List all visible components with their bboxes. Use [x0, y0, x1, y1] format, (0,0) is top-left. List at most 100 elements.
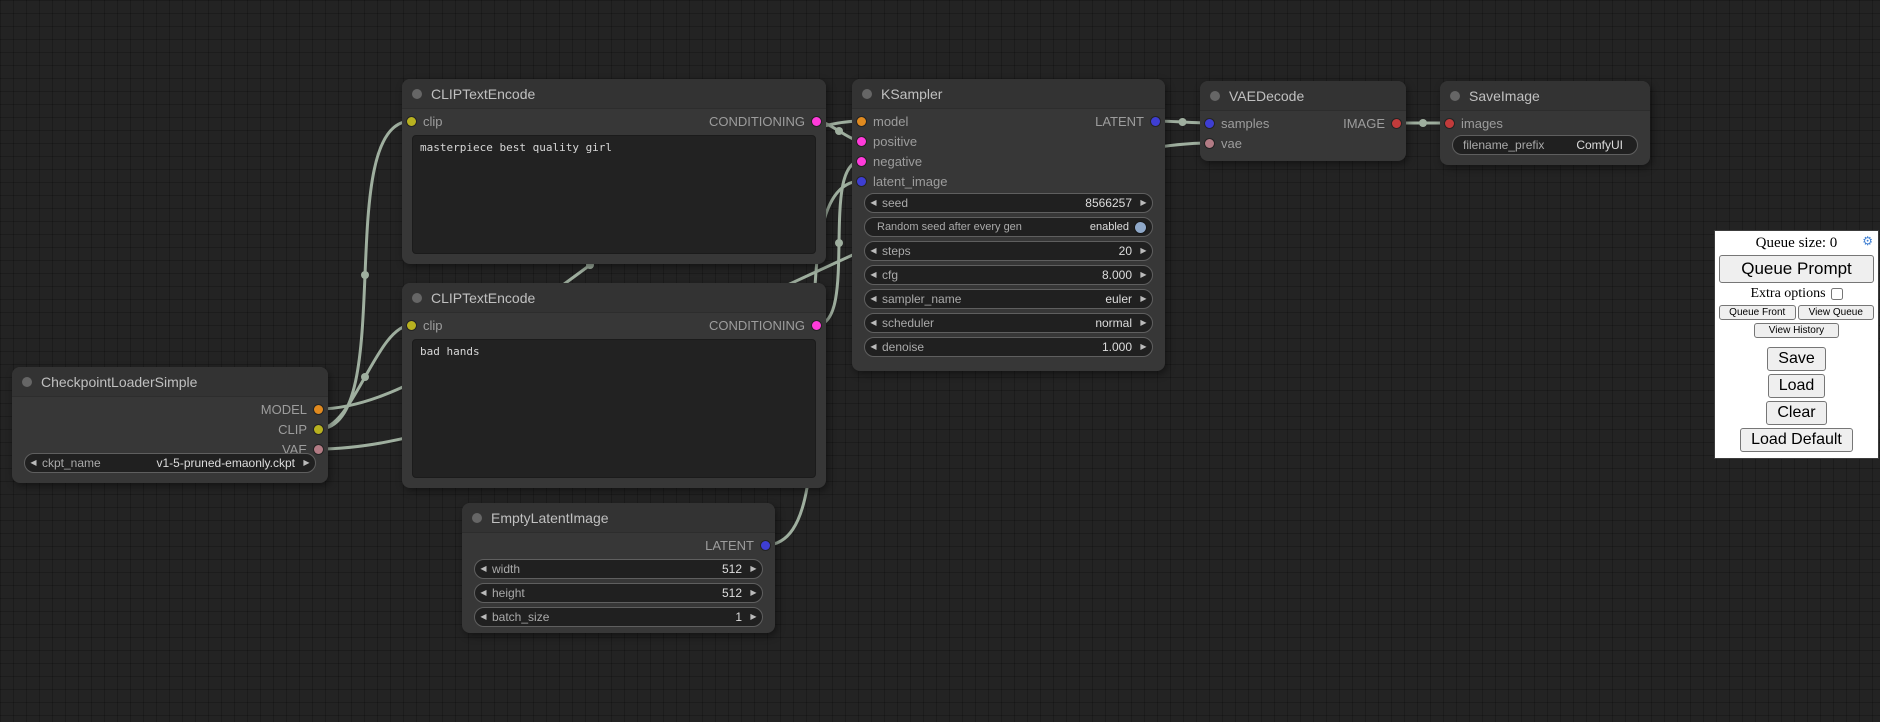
decrement-arrow-icon[interactable]: ◀: [865, 289, 882, 309]
images-input-dot[interactable]: [1445, 119, 1454, 128]
width-widget[interactable]: ◀ width 512 ▶: [474, 559, 763, 579]
graph-canvas[interactable]: CheckpointLoaderSimple MODEL CLIP VAE ◀ …: [0, 0, 1880, 722]
extra-options-checkbox[interactable]: [1831, 288, 1843, 300]
decrement-arrow-icon[interactable]: ◀: [865, 193, 882, 213]
node-checkpoint-loader-simple[interactable]: CheckpointLoaderSimple MODEL CLIP VAE ◀ …: [12, 367, 328, 483]
node-title-bar[interactable]: CLIPTextEncode: [402, 283, 826, 313]
input-slot-images: images: [1440, 113, 1503, 133]
settings-gear-icon[interactable]: ⚙: [1862, 235, 1873, 247]
slot-label: IMAGE: [1343, 116, 1385, 131]
latent-image-input-dot[interactable]: [857, 177, 866, 186]
comfy-menu-panel[interactable]: Queue size: 0 ⚙ Queue Prompt Extra optio…: [1714, 230, 1879, 459]
node-title: EmptyLatentImage: [491, 510, 609, 526]
latent-output-dot[interactable]: [761, 541, 770, 550]
steps-widget[interactable]: ◀ steps 20 ▶: [864, 241, 1153, 261]
collapse-dot-icon[interactable]: [1210, 91, 1220, 101]
queue-prompt-button[interactable]: Queue Prompt: [1719, 255, 1874, 283]
prompt-textarea[interactable]: bad hands: [412, 339, 816, 478]
load-button[interactable]: Load: [1768, 374, 1826, 398]
model-output-dot[interactable]: [314, 405, 323, 414]
node-clip-text-encode-negative[interactable]: CLIPTextEncode clip CONDITIONING bad han…: [402, 283, 826, 488]
samples-input-dot[interactable]: [1205, 119, 1214, 128]
slot-label: CLIP: [278, 422, 307, 437]
decrement-arrow-icon[interactable]: ◀: [475, 583, 492, 603]
collapse-dot-icon[interactable]: [862, 89, 872, 99]
clip-input-dot[interactable]: [407, 117, 416, 126]
node-title-bar[interactable]: EmptyLatentImage: [462, 503, 775, 533]
scheduler-widget[interactable]: ◀ scheduler normal ▶: [864, 313, 1153, 333]
node-title-bar[interactable]: KSampler: [852, 79, 1165, 109]
collapse-dot-icon[interactable]: [412, 293, 422, 303]
sampler-name-widget[interactable]: ◀ sampler_name euler ▶: [864, 289, 1153, 309]
latent-output-dot[interactable]: [1151, 117, 1160, 126]
cfg-widget[interactable]: ◀ cfg 8.000 ▶: [864, 265, 1153, 285]
input-slot-clip: clip: [402, 111, 443, 131]
increment-arrow-icon[interactable]: ▶: [745, 559, 762, 579]
increment-arrow-icon[interactable]: ▶: [1135, 289, 1152, 309]
link-midpoint-dot[interactable]: [1419, 119, 1427, 127]
widget-value: normal: [934, 316, 1135, 330]
increment-arrow-icon[interactable]: ▶: [745, 607, 762, 627]
vae-output-dot[interactable]: [314, 445, 323, 454]
decrement-arrow-icon[interactable]: ◀: [865, 337, 882, 357]
clip-output-dot[interactable]: [314, 425, 323, 434]
random-seed-toggle-dot[interactable]: [1135, 222, 1146, 233]
ckpt-name-widget[interactable]: ◀ ckpt_name v1-5-pruned-emaonly.ckpt ▶: [24, 453, 316, 473]
increment-arrow-icon[interactable]: ▶: [745, 583, 762, 603]
collapse-dot-icon[interactable]: [412, 89, 422, 99]
queue-front-button[interactable]: Queue Front: [1719, 305, 1796, 320]
conditioning-output-dot[interactable]: [812, 321, 821, 330]
view-queue-button[interactable]: View Queue: [1798, 305, 1875, 320]
prompt-textarea[interactable]: masterpiece best quality girl: [412, 135, 816, 254]
image-output-dot[interactable]: [1392, 119, 1401, 128]
model-input-dot[interactable]: [857, 117, 866, 126]
node-save-image[interactable]: SaveImage images filename_prefix ComfyUI: [1440, 81, 1650, 165]
node-title-bar[interactable]: CheckpointLoaderSimple: [12, 367, 328, 397]
node-title-bar[interactable]: VAEDecode: [1200, 81, 1406, 111]
increment-arrow-icon[interactable]: ▶: [1135, 193, 1152, 213]
load-default-button[interactable]: Load Default: [1740, 428, 1853, 452]
decrement-arrow-icon[interactable]: ◀: [865, 265, 882, 285]
slot-label: images: [1461, 116, 1503, 131]
decrement-arrow-icon[interactable]: ◀: [865, 313, 882, 333]
increment-arrow-icon[interactable]: ▶: [1135, 265, 1152, 285]
increment-arrow-icon[interactable]: ▶: [1135, 337, 1152, 357]
node-clip-text-encode-positive[interactable]: CLIPTextEncode clip CONDITIONING masterp…: [402, 79, 826, 264]
node-vae-decode[interactable]: VAEDecode samples IMAGE vae: [1200, 81, 1406, 161]
link-midpoint-dot[interactable]: [835, 239, 843, 247]
save-button[interactable]: Save: [1767, 347, 1825, 371]
widget-value: euler: [961, 292, 1135, 306]
link-midpoint-dot[interactable]: [1179, 118, 1187, 126]
collapse-dot-icon[interactable]: [22, 377, 32, 387]
decrement-arrow-icon[interactable]: ◀: [865, 241, 882, 261]
vae-input-dot[interactable]: [1205, 139, 1214, 148]
view-history-button[interactable]: View History: [1754, 323, 1839, 338]
decrement-arrow-icon[interactable]: ◀: [25, 453, 42, 473]
height-widget[interactable]: ◀ height 512 ▶: [474, 583, 763, 603]
seed-widget[interactable]: ◀ seed 8566257 ▶: [864, 193, 1153, 213]
node-title-bar[interactable]: SaveImage: [1440, 81, 1650, 111]
denoise-widget[interactable]: ◀ denoise 1.000 ▶: [864, 337, 1153, 357]
node-title-bar[interactable]: CLIPTextEncode: [402, 79, 826, 109]
increment-arrow-icon[interactable]: ▶: [298, 453, 315, 473]
decrement-arrow-icon[interactable]: ◀: [475, 559, 492, 579]
random-seed-widget[interactable]: Random seed after every gen enabled: [864, 217, 1153, 237]
increment-arrow-icon[interactable]: ▶: [1135, 241, 1152, 261]
filename-prefix-widget[interactable]: filename_prefix ComfyUI: [1452, 135, 1638, 155]
node-ksampler[interactable]: KSampler model LATENT positive negative …: [852, 79, 1165, 371]
increment-arrow-icon[interactable]: ▶: [1135, 313, 1152, 333]
link-midpoint-dot[interactable]: [835, 127, 843, 135]
widget-label: Random seed after every gen: [877, 221, 1022, 233]
batch-size-widget[interactable]: ◀ batch_size 1 ▶: [474, 607, 763, 627]
clip-input-dot[interactable]: [407, 321, 416, 330]
decrement-arrow-icon[interactable]: ◀: [475, 607, 492, 627]
link-midpoint-dot[interactable]: [361, 373, 369, 381]
link-midpoint-dot[interactable]: [361, 271, 369, 279]
node-empty-latent-image[interactable]: EmptyLatentImage LATENT ◀ width 512 ▶ ◀ …: [462, 503, 775, 633]
collapse-dot-icon[interactable]: [472, 513, 482, 523]
collapse-dot-icon[interactable]: [1450, 91, 1460, 101]
conditioning-output-dot[interactable]: [812, 117, 821, 126]
clear-button[interactable]: Clear: [1766, 401, 1826, 425]
negative-input-dot[interactable]: [857, 157, 866, 166]
positive-input-dot[interactable]: [857, 137, 866, 146]
